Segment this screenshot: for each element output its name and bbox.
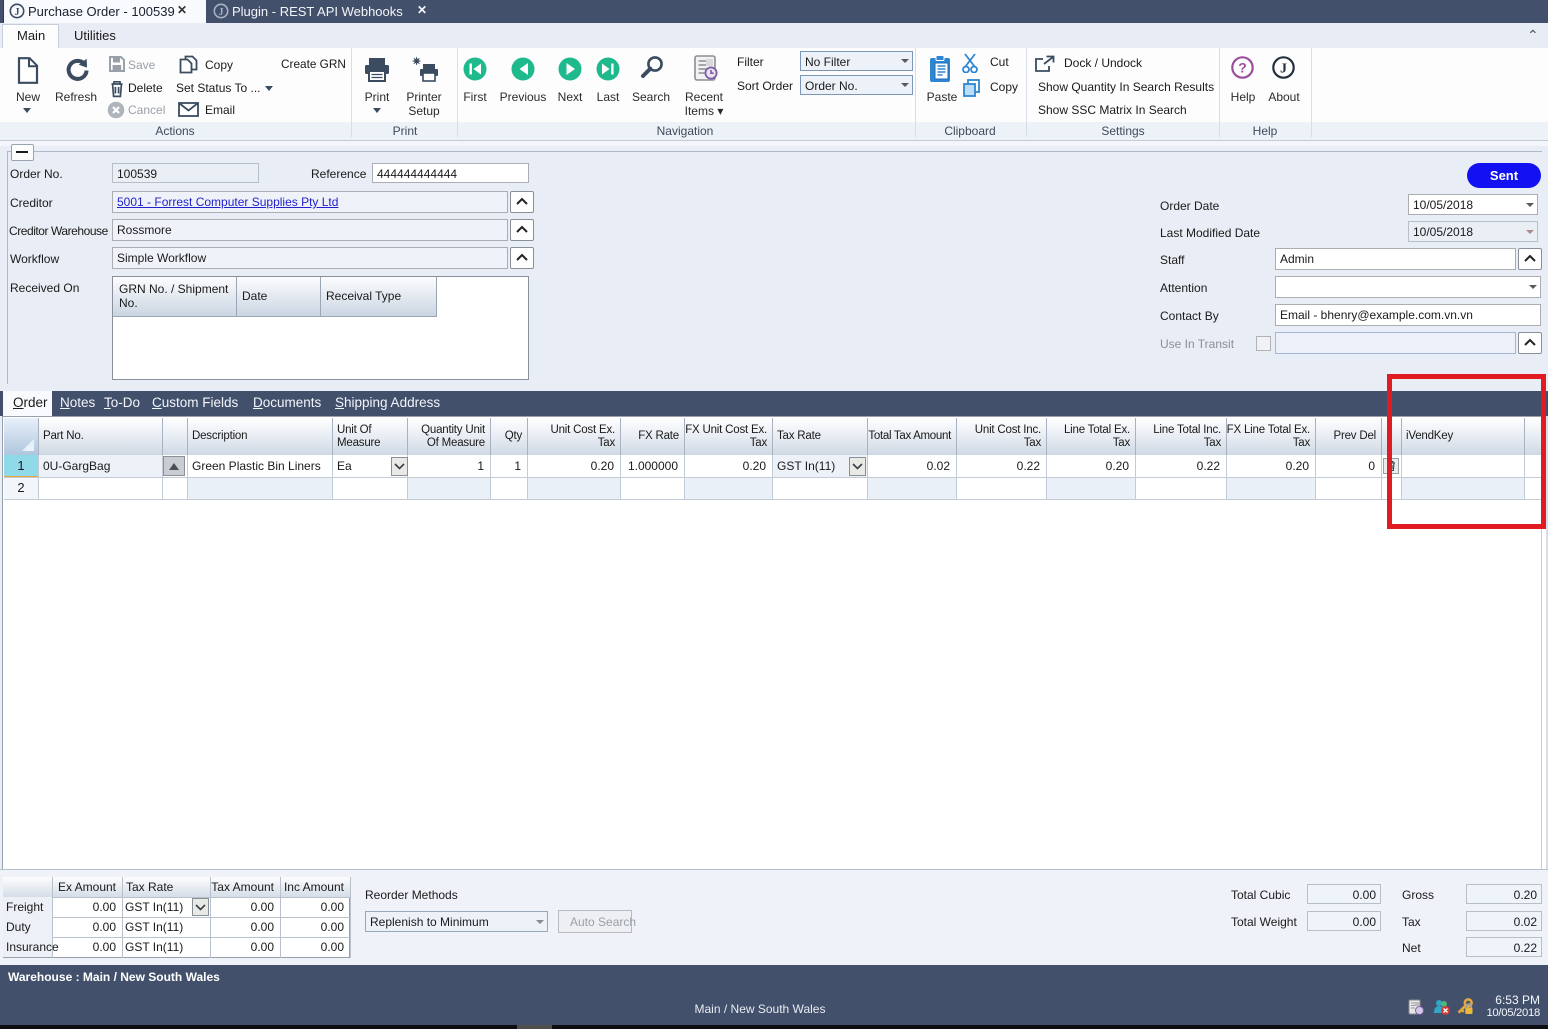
svg-text:J: J [219,7,224,18]
svg-text:J: J [1280,62,1287,77]
svg-text:J: J [15,7,20,18]
svg-text:?: ? [1238,60,1247,76]
svg-text:✷: ✷ [412,56,421,68]
